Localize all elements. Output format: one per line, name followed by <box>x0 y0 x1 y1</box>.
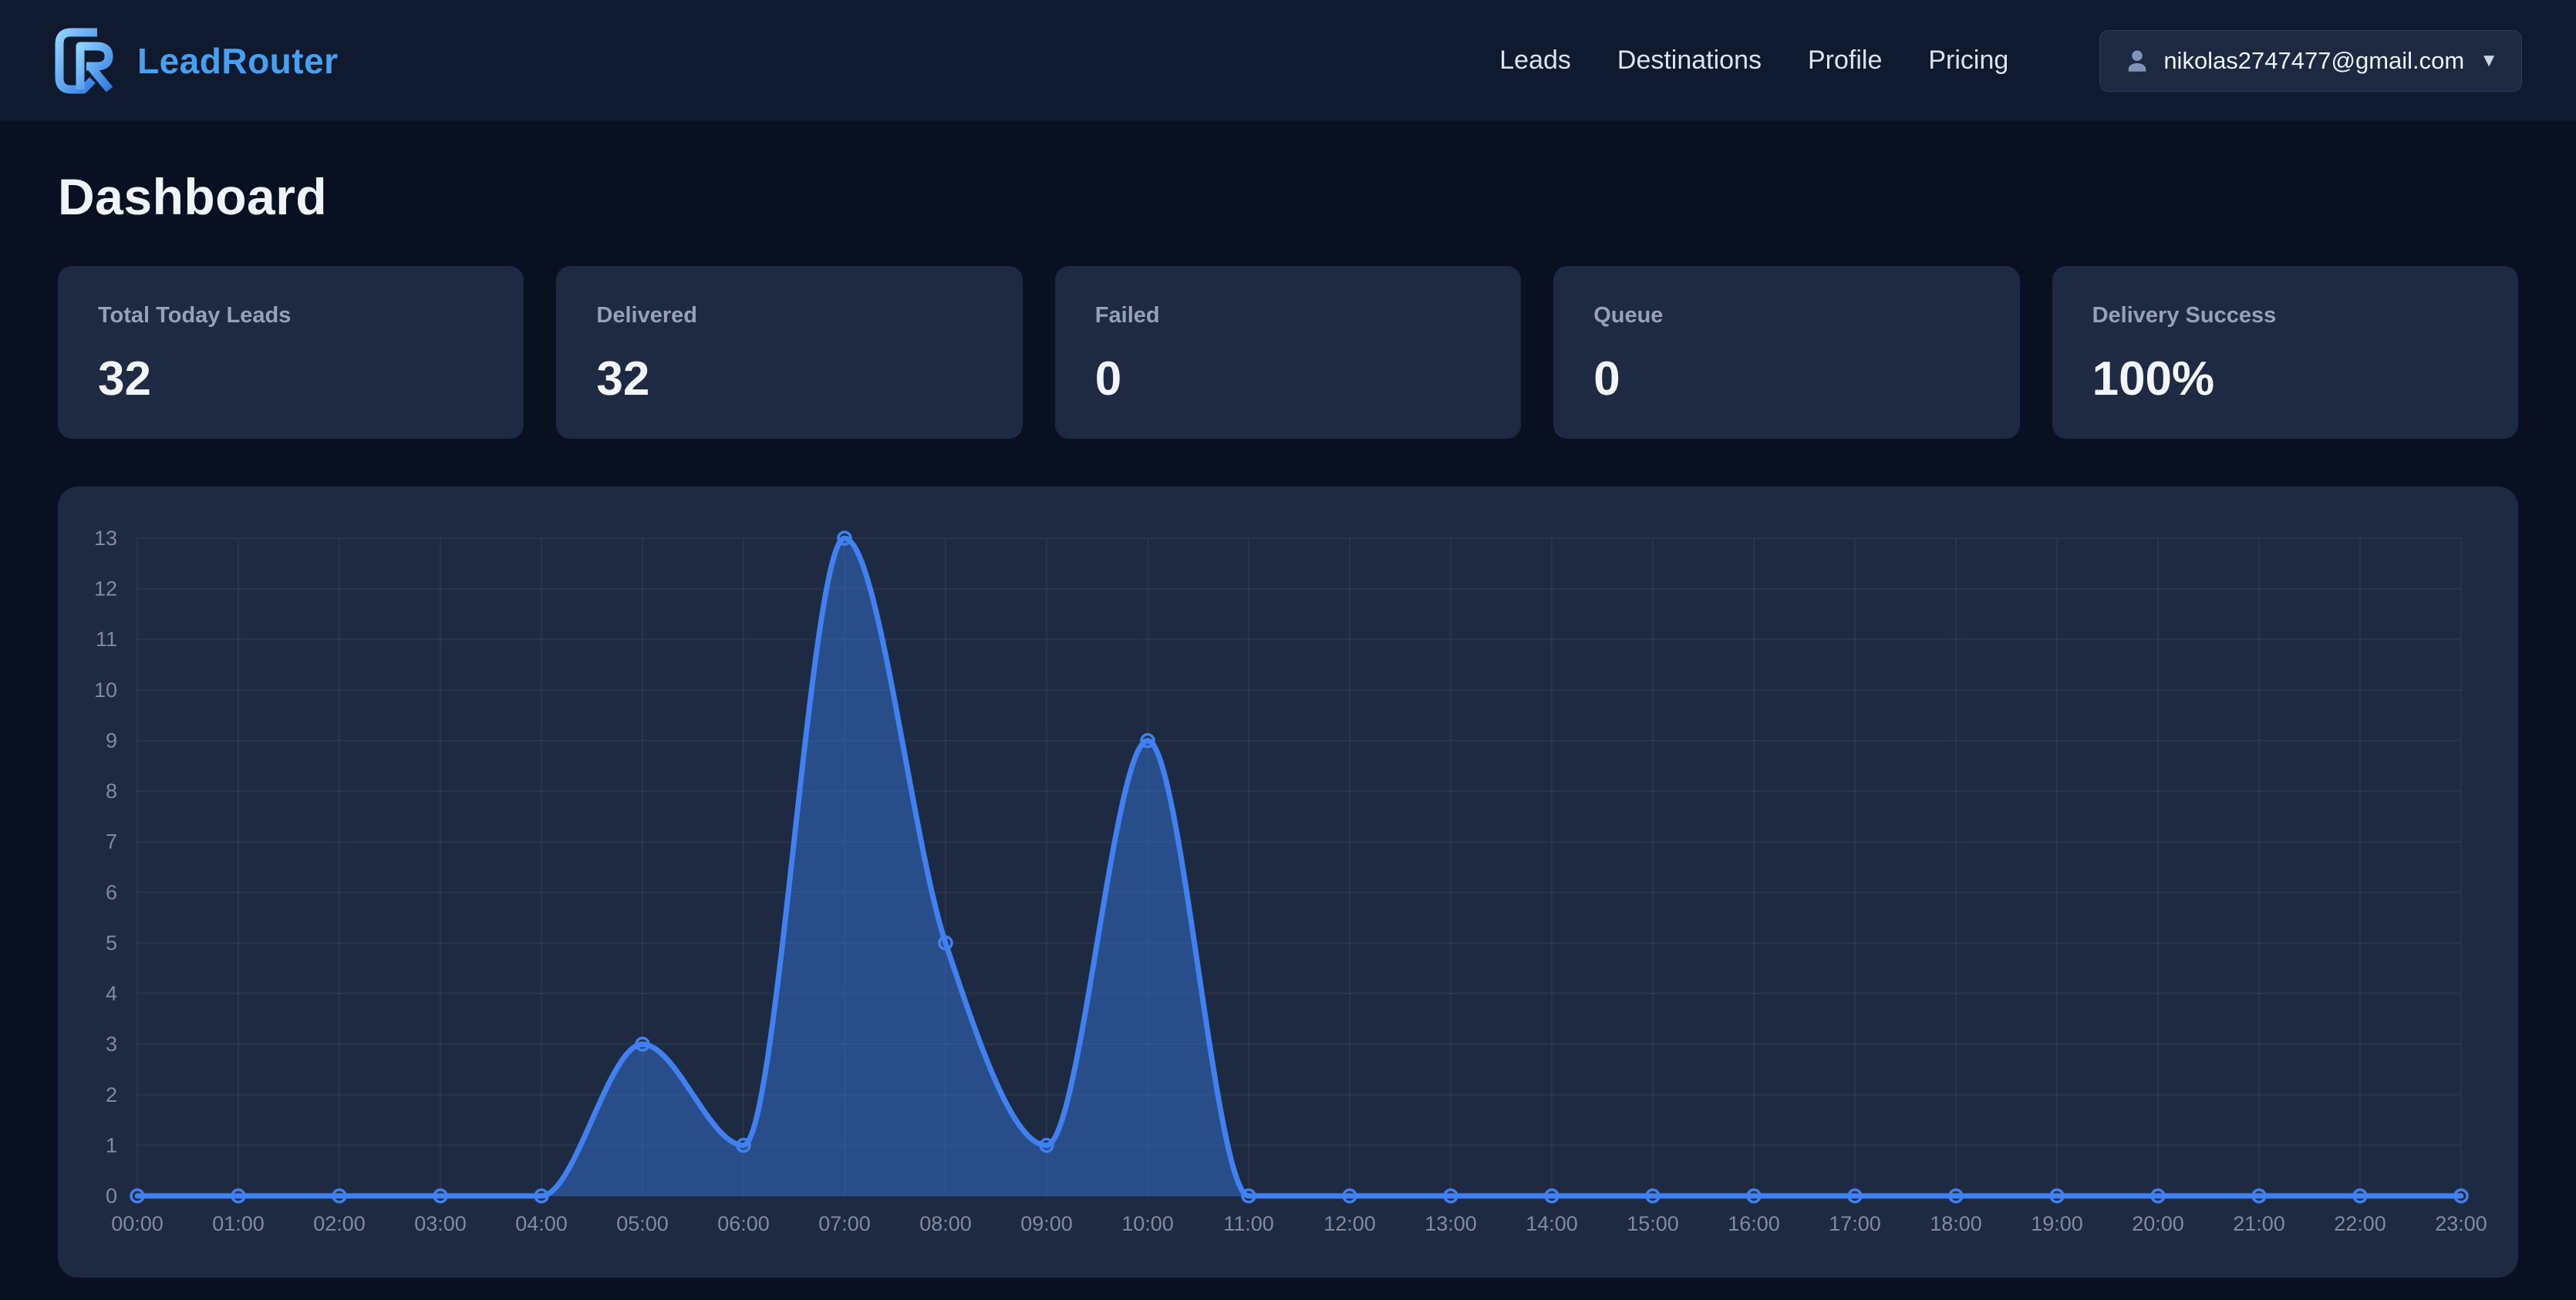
svg-text:09:00: 09:00 <box>1020 1212 1073 1235</box>
svg-text:1: 1 <box>106 1133 117 1157</box>
caret-down-icon: ▼ <box>2480 50 2498 72</box>
data-point-markers <box>131 532 2467 1202</box>
svg-text:10:00: 10:00 <box>1121 1212 1174 1235</box>
svg-text:9: 9 <box>106 729 117 752</box>
brand-link[interactable]: LeadRouter <box>48 22 339 99</box>
dashboard-page: Dashboard Total Today Leads32Delivered32… <box>0 167 2576 1278</box>
svg-text:03:00: 03:00 <box>414 1212 467 1235</box>
svg-text:19:00: 19:00 <box>2031 1212 2083 1235</box>
svg-text:02:00: 02:00 <box>313 1212 366 1235</box>
top-nav-bar: LeadRouter Leads Destinations Profile Prici… <box>0 0 2576 121</box>
nav-item-pricing[interactable]: Pricing <box>1928 45 2008 76</box>
svg-text:3: 3 <box>106 1032 117 1056</box>
svg-text:7: 7 <box>106 830 117 854</box>
svg-text:13:00: 13:00 <box>1425 1212 1477 1235</box>
svg-text:11:00: 11:00 <box>1223 1212 1274 1235</box>
leadrouter-logo-icon <box>48 22 125 99</box>
stat-card-delivery-success: Delivery Success 100% <box>2052 266 2518 439</box>
grid-lines <box>137 538 2461 1196</box>
svg-text:5: 5 <box>106 931 117 955</box>
stat-value: 0 <box>1593 352 1979 406</box>
main-nav: Leads Destinations Profile Pricing <box>1499 45 2008 76</box>
svg-text:12:00: 12:00 <box>1323 1212 1376 1235</box>
svg-text:12: 12 <box>94 578 117 601</box>
svg-text:20:00: 20:00 <box>2132 1212 2184 1235</box>
svg-text:05:00: 05:00 <box>616 1212 669 1235</box>
svg-text:2: 2 <box>106 1083 117 1106</box>
user-icon <box>2123 47 2151 75</box>
stat-label: Failed <box>1095 303 1481 328</box>
stat-value: 0 <box>1095 352 1481 406</box>
page-title: Dashboard <box>58 167 2518 226</box>
svg-text:08:00: 08:00 <box>919 1212 972 1235</box>
stat-card-total-today-leads: Total Today Leads 32 <box>58 266 524 439</box>
nav-item-profile[interactable]: Profile <box>1808 45 1882 76</box>
svg-text:10: 10 <box>94 679 117 702</box>
svg-text:11: 11 <box>96 628 117 651</box>
svg-text:4: 4 <box>106 982 117 1005</box>
svg-text:17:00: 17:00 <box>1829 1212 1881 1235</box>
y-axis-labels: 012345678910111213 <box>94 527 117 1207</box>
svg-text:23:00: 23:00 <box>2435 1212 2487 1235</box>
svg-text:07:00: 07:00 <box>818 1212 871 1235</box>
chart-canvas: 01234567891011121300:0001:0002:0003:0004… <box>58 487 2518 1278</box>
stat-label: Queue <box>1593 303 1979 328</box>
stats-cards: Total Today Leads32Delivered32Failed0Que… <box>58 266 2518 439</box>
area-fill <box>137 538 2461 1196</box>
svg-text:14:00: 14:00 <box>1526 1212 1578 1235</box>
nav-item-destinations[interactable]: Destinations <box>1617 45 1762 76</box>
x-axis-labels: 00:00 01:00 02:00 03:00 04:00 05:00 06:00 07:00… <box>111 1212 2487 1235</box>
svg-text:6: 6 <box>106 881 117 904</box>
leads-by-hour-chart: 01234567891011121300:0001:0002:0003:0004… <box>58 487 2518 1278</box>
svg-text:01:00: 01:00 <box>212 1212 265 1235</box>
stat-label: Total Today Leads <box>98 303 484 328</box>
stat-value: 32 <box>98 352 484 406</box>
account-email: nikolas2747477@gmail.com <box>2163 47 2464 75</box>
svg-text:13: 13 <box>94 527 117 550</box>
brand-name: LeadRouter <box>137 40 339 82</box>
svg-text:22:00: 22:00 <box>2334 1212 2386 1235</box>
svg-text:15:00: 15:00 <box>1627 1212 1679 1235</box>
stat-card-failed: Failed 0 <box>1055 266 1521 439</box>
svg-text:16:00: 16:00 <box>1728 1212 1780 1235</box>
svg-text:00:00: 00:00 <box>111 1212 164 1235</box>
stat-card-queue: Queue 0 <box>1553 266 2019 439</box>
svg-text:06:00: 06:00 <box>717 1212 770 1235</box>
series-line <box>137 538 2461 1196</box>
svg-text:0: 0 <box>106 1184 117 1207</box>
stat-value: 32 <box>596 352 982 406</box>
stat-card-delivered: Delivered 32 <box>556 266 1022 439</box>
stat-label: Delivered <box>596 303 982 328</box>
stat-label: Delivery Success <box>2092 303 2478 328</box>
svg-text:21:00: 21:00 <box>2233 1212 2285 1235</box>
account-menu-button[interactable]: nikolas2747477@gmail.com ▼ <box>2099 30 2522 92</box>
stat-value: 100% <box>2092 352 2478 406</box>
svg-text:8: 8 <box>106 780 117 803</box>
nav-item-leads[interactable]: Leads <box>1499 45 1571 76</box>
svg-text:18:00: 18:00 <box>1930 1212 1982 1235</box>
svg-text:04:00: 04:00 <box>515 1212 568 1235</box>
